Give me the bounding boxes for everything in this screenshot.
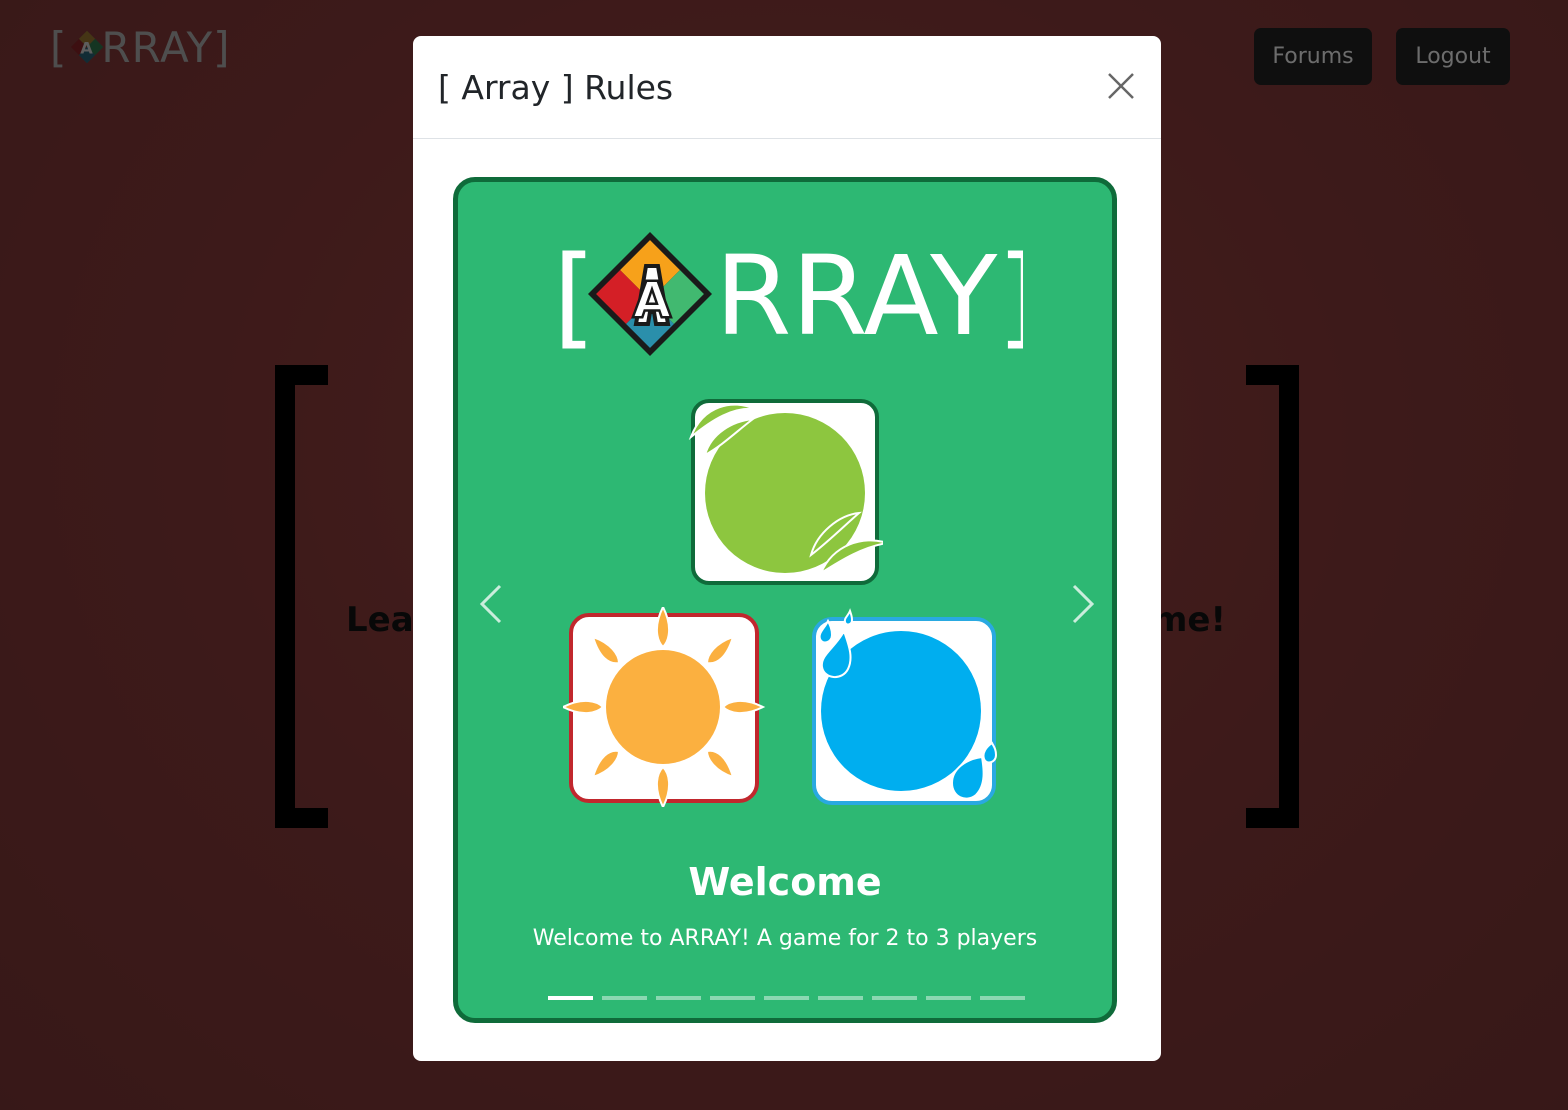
sun-tile-icon	[563, 607, 766, 807]
slide-title: Welcome	[688, 860, 882, 904]
modal-title: [ Array ] Rules	[438, 67, 674, 107]
close-icon[interactable]	[1105, 70, 1137, 102]
carousel-prev-icon[interactable]	[476, 582, 506, 626]
carousel-indicator[interactable]	[602, 996, 647, 1000]
rules-modal: [ Array ] Rules [ A RRAY] Welcome Welcom…	[413, 36, 1161, 1061]
slide-description: Welcome to ARRAY! A game for 2 to 3 play…	[532, 926, 1038, 951]
logo-letter: A	[633, 271, 672, 329]
carousel-indicator[interactable]	[818, 996, 863, 1000]
rules-carousel: [ A RRAY] Welcome Welcome to ARRAY! A ga…	[453, 177, 1117, 1023]
leaf-tile-icon	[688, 399, 883, 585]
carousel-next-icon[interactable]	[1068, 582, 1098, 626]
array-logo: [ A RRAY]	[553, 232, 1023, 358]
carousel-indicators	[548, 996, 1025, 1000]
carousel-indicator[interactable]	[872, 996, 917, 1000]
carousel-indicator[interactable]	[710, 996, 755, 1000]
logo-diamond-icon: A	[588, 232, 712, 356]
carousel-indicator[interactable]	[548, 996, 593, 1000]
carousel-indicator[interactable]	[980, 996, 1025, 1000]
logo-text: RRAY]	[715, 232, 1023, 358]
water-tile-icon	[812, 608, 998, 805]
carousel-indicator[interactable]	[926, 996, 971, 1000]
carousel-indicator[interactable]	[764, 996, 809, 1000]
modal-header: [ Array ] Rules	[413, 36, 1161, 139]
carousel-indicator[interactable]	[656, 996, 701, 1000]
